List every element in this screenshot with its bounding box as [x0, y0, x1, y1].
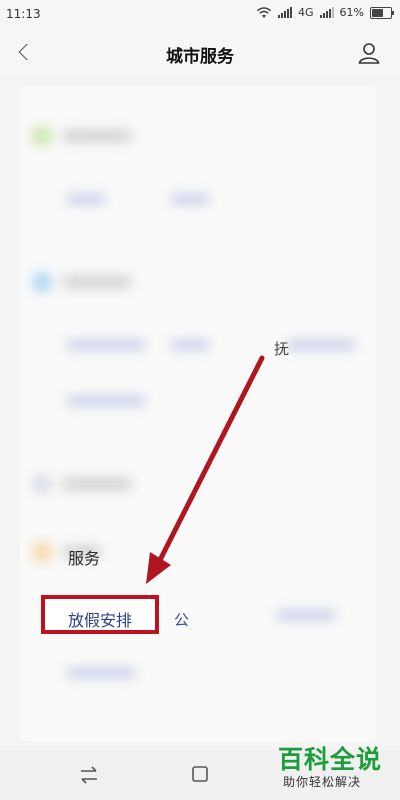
signal-icon-secondary [319, 7, 334, 18]
battery-icon [370, 6, 394, 19]
battery-fill [372, 8, 383, 17]
list-item[interactable] [66, 668, 136, 678]
watermark-subtitle: 助你轻松解决 [283, 775, 362, 789]
holiday-schedule-item[interactable]: 放假安排 [41, 595, 159, 634]
network-type: 4G [298, 6, 314, 19]
switch-icon[interactable] [78, 765, 100, 785]
status-indicators: 4G 61% [256, 6, 394, 19]
list-item[interactable] [286, 340, 356, 350]
list-item-partial[interactable]: 抚 [274, 338, 289, 359]
list-item[interactable] [66, 396, 146, 406]
list-item[interactable] [66, 340, 146, 350]
section-icon [32, 542, 52, 562]
wifi-icon [256, 6, 272, 18]
list-item[interactable] [66, 194, 106, 204]
list-item[interactable] [170, 340, 210, 350]
section-header [32, 474, 132, 494]
user-icon [358, 43, 380, 64]
user-button[interactable] [356, 40, 382, 66]
section-icon [32, 474, 52, 494]
nav-bar: 城市服务 [0, 30, 400, 76]
list-item[interactable] [276, 610, 336, 620]
section-icon [32, 272, 52, 292]
battery-percent: 61% [339, 6, 364, 19]
list-item-partial[interactable]: 公 [174, 609, 189, 630]
watermark-title: 百科全说 [278, 745, 383, 774]
overview-icon[interactable] [190, 764, 210, 784]
section-header [32, 126, 132, 146]
page-title: 城市服务 [166, 47, 234, 67]
holiday-schedule-label: 放假安排 [67, 611, 132, 630]
section-title: 服务 [68, 549, 101, 568]
service-list-panel [20, 86, 376, 741]
signal-icon [278, 7, 293, 18]
status-bar: 11:13 4G 61% [0, 0, 400, 30]
section-icon [32, 126, 52, 146]
status-time: 11:13 [6, 7, 41, 21]
list-item[interactable] [170, 194, 210, 204]
section-header [32, 272, 132, 292]
